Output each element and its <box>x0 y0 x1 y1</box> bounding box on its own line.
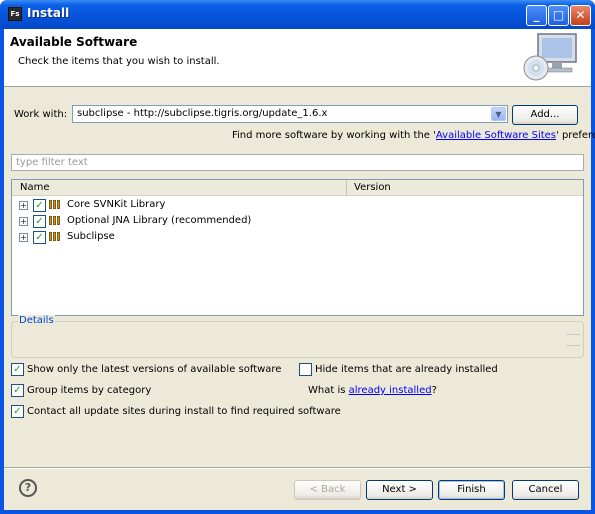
tree-item-label: Subclipse <box>67 231 115 242</box>
item-checkbox[interactable]: ✓ <box>33 215 46 228</box>
filter-placeholder: type filter text <box>16 157 88 168</box>
wizard-banner: Available Software Check the items that … <box>4 29 591 87</box>
work-with-value: subclipse - http://subclipse.tigris.org/… <box>77 108 328 119</box>
minimize-button[interactable]: _ <box>526 5 547 26</box>
close-button[interactable]: ✕ <box>570 5 591 26</box>
tree-item-label: Optional JNA Library (recommended) <box>67 215 252 226</box>
footer-separator <box>4 467 591 469</box>
feature-icon <box>49 200 63 209</box>
column-name[interactable]: Name <box>20 182 50 193</box>
latest-versions-checkbox[interactable]: ✓ <box>11 363 24 376</box>
contact-update-sites-checkbox[interactable]: ✓ <box>11 405 24 418</box>
group-by-category-label: Group items by category <box>27 385 152 396</box>
minimize-icon: _ <box>533 8 540 22</box>
tree-header: Name Version <box>12 180 583 196</box>
chevron-down-icon[interactable]: ▼ <box>491 107 506 121</box>
details-label: Details <box>18 315 55 326</box>
page-subtitle: Check the items that you wish to install… <box>18 56 220 67</box>
sites-hint-before: Find more software by working with the ' <box>232 130 436 141</box>
hide-installed-label: Hide items that are already installed <box>315 364 498 375</box>
available-sites-hint: Find more software by working with the '… <box>232 130 595 141</box>
tree-row[interactable]: + ✓ Subclipse <box>12 229 583 245</box>
tree-item-label: Core SVNKit Library <box>67 199 166 210</box>
add-site-button[interactable]: Add... <box>512 105 578 125</box>
details-group: Details <box>11 315 584 358</box>
sites-hint-after: ' preferences. <box>556 130 595 141</box>
available-software-sites-link[interactable]: Available Software Sites <box>436 130 556 141</box>
latest-versions-label: Show only the latest versions of availab… <box>27 364 282 375</box>
title-bar[interactable]: Fs Install _ □ ✕ <box>0 0 595 29</box>
feature-icon <box>49 216 63 225</box>
window-title: Install <box>27 6 70 20</box>
contact-update-sites-label: Contact all update sites during install … <box>27 406 341 417</box>
column-divider[interactable] <box>346 180 347 196</box>
dialog-body: Available Software Check the items that … <box>4 29 595 510</box>
install-window: Fs Install _ □ ✕ Available Software Chec… <box>0 0 595 514</box>
tree-row[interactable]: + ✓ Core SVNKit Library <box>12 197 583 213</box>
expand-icon[interactable]: + <box>19 233 28 242</box>
expand-icon[interactable]: + <box>19 201 28 210</box>
software-tree[interactable]: Name Version + ✓ Core SVNKit Library + ✓… <box>11 179 584 316</box>
eclipse-app-icon: Fs <box>8 7 22 21</box>
page-title: Available Software <box>10 35 138 49</box>
already-installed-link[interactable]: already installed <box>349 385 432 396</box>
next-button[interactable]: Next > <box>366 480 433 500</box>
item-checkbox[interactable]: ✓ <box>33 231 46 244</box>
what-is-after: ? <box>431 385 437 396</box>
details-resize-handle[interactable] <box>566 334 580 346</box>
maximize-icon: □ <box>552 8 565 22</box>
column-version[interactable]: Version <box>354 182 391 193</box>
work-with-combo[interactable]: subclipse - http://subclipse.tigris.org/… <box>72 105 508 123</box>
group-by-category-checkbox[interactable]: ✓ <box>11 384 24 397</box>
maximize-button[interactable]: □ <box>548 5 569 26</box>
back-button[interactable]: < Back <box>294 480 361 500</box>
finish-button[interactable]: Finish <box>438 480 505 500</box>
item-checkbox[interactable]: ✓ <box>33 199 46 212</box>
filter-input[interactable]: type filter text <box>11 154 584 171</box>
hide-installed-checkbox[interactable] <box>299 363 312 376</box>
tree-row[interactable]: + ✓ Optional JNA Library (recommended) <box>12 213 583 229</box>
expand-icon[interactable]: + <box>19 217 28 226</box>
install-monitor-icon <box>523 33 577 81</box>
feature-icon <box>49 232 63 241</box>
cancel-button[interactable]: Cancel <box>512 480 579 500</box>
work-with-label: Work with: <box>14 109 68 120</box>
help-icon[interactable]: ? <box>19 479 37 497</box>
what-is-installed: What is already installed? <box>308 385 437 396</box>
close-icon: ✕ <box>575 8 586 22</box>
what-is-before: What is <box>308 385 349 396</box>
